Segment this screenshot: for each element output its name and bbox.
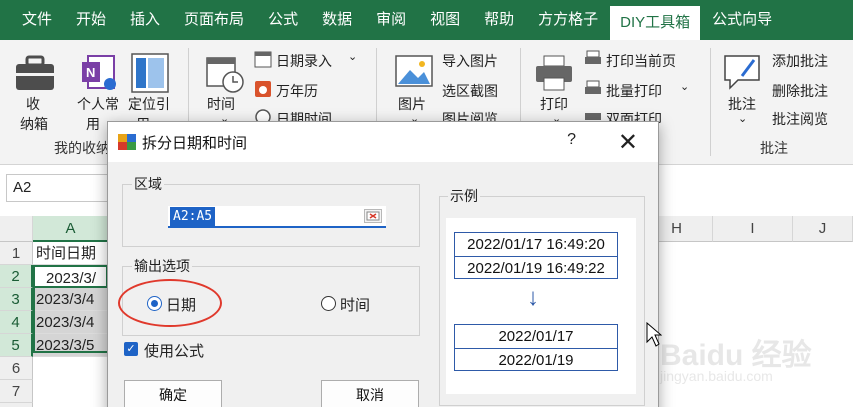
- cancel-button[interactable]: 取消: [321, 380, 419, 407]
- example-before-line: 2022/01/19 16:49:22: [455, 256, 617, 279]
- range-value: A2:A5: [170, 207, 216, 226]
- calendar-icon: [254, 51, 272, 68]
- tab-formula-wizard[interactable]: 公式向导: [700, 0, 784, 40]
- tab-page-layout[interactable]: 页面布局: [172, 0, 256, 40]
- calendar-red-icon: [255, 81, 271, 97]
- dialog-title: 拆分日期和时间: [142, 135, 248, 152]
- cell-a3[interactable]: 2023/3/4: [33, 288, 108, 311]
- watermark-url: jingyan.baidu.com: [660, 368, 773, 384]
- annotation-ellipse: [118, 279, 222, 327]
- example-after-line: 2022/01/17: [498, 328, 574, 345]
- row-header-2[interactable]: 2: [0, 265, 33, 288]
- cell-a1[interactable]: 时间日期: [33, 242, 108, 265]
- row-header-4[interactable]: 4: [0, 311, 33, 334]
- comment-browse-button[interactable]: 批注阅览: [772, 109, 828, 129]
- row-header-8[interactable]: 8: [0, 403, 33, 407]
- cell-a5[interactable]: 2023/3/5: [33, 334, 108, 357]
- output-options-legend: 输出选项: [132, 256, 192, 276]
- column-header-a[interactable]: A: [33, 216, 109, 242]
- import-picture-button[interactable]: 导入图片: [442, 51, 498, 71]
- row-header-1[interactable]: 1: [0, 242, 33, 265]
- tab-file[interactable]: 文件: [0, 0, 64, 40]
- ribbon-tabbar: 文件 开始 插入 页面布局 公式 数据 审阅 视图 帮助 方方格子 DIY工具箱…: [0, 0, 853, 40]
- tab-help[interactable]: 帮助: [472, 0, 526, 40]
- group-label-comment: 批注: [760, 140, 788, 156]
- chevron-down-icon: ⌄: [680, 81, 690, 93]
- ok-button[interactable]: 确定: [124, 380, 222, 407]
- delete-comment-button[interactable]: 删除批注: [772, 81, 828, 101]
- range-input[interactable]: A2:A5: [168, 206, 386, 228]
- split-date-time-dialog: 拆分日期和时间 ? ✕ 区域 A2:A5 输出选项 日期 时间 ✓ 使用公式 确…: [107, 121, 659, 407]
- dialog-titlebar: 拆分日期和时间 ? ✕: [108, 122, 658, 162]
- tab-view[interactable]: 视图: [418, 0, 472, 40]
- select-all-corner[interactable]: [0, 216, 33, 242]
- row-header-3[interactable]: 3: [0, 288, 33, 311]
- row-header-7[interactable]: 7: [0, 380, 33, 403]
- radio-time[interactable]: [321, 296, 336, 311]
- help-button[interactable]: ?: [567, 131, 576, 149]
- group-label-my-collection: 我的收纳: [54, 140, 110, 156]
- printer-small-icon: [585, 50, 601, 64]
- use-formula-label: 使用公式: [144, 343, 205, 360]
- printer-icon: [536, 55, 572, 91]
- example-before-line: 2022/01/17 16:49:20: [467, 236, 605, 253]
- example-after-line: 2022/01/19: [455, 348, 617, 371]
- onenote-icon: N: [82, 55, 116, 90]
- use-formula-checkbox[interactable]: ✓: [124, 342, 138, 356]
- arrow-down-icon: ↓: [527, 284, 539, 311]
- region-screenshot-button[interactable]: 选区截图: [442, 81, 498, 101]
- ribbon-separator: [710, 48, 711, 156]
- radio-time-label: 时间: [340, 297, 371, 314]
- picture-icon: [395, 55, 433, 87]
- close-button[interactable]: ✕: [618, 128, 638, 157]
- chevron-down-icon: ⌄: [348, 51, 358, 63]
- example-before-box: 2022/01/17 16:49:20 2022/01/19 16:49:22: [454, 232, 618, 279]
- tab-review[interactable]: 审阅: [364, 0, 418, 40]
- range-picker-icon[interactable]: [364, 209, 382, 223]
- add-comment-button[interactable]: 添加批注: [772, 51, 828, 71]
- example-after-box: 2022/01/17 2022/01/19: [454, 324, 618, 371]
- cell-a4[interactable]: 2023/3/4: [33, 311, 108, 334]
- tab-home[interactable]: 开始: [64, 0, 118, 40]
- tab-fangfang[interactable]: 方方格子: [526, 0, 610, 40]
- example-panel: 2022/01/17 16:49:20 2022/01/19 16:49:22 …: [446, 218, 636, 394]
- briefcase-icon: [16, 55, 54, 90]
- svg-text:N: N: [86, 65, 95, 80]
- comment-icon: [724, 55, 760, 90]
- example-legend: 示例: [448, 186, 480, 206]
- printer-small-icon: [585, 80, 601, 94]
- column-header-j[interactable]: J: [793, 216, 853, 242]
- column-layout-icon: [131, 53, 169, 93]
- calendar-clock-icon: [206, 57, 244, 93]
- area-legend: 区域: [132, 174, 164, 194]
- name-box[interactable]: A2: [6, 174, 110, 202]
- row-header-5[interactable]: 5: [0, 334, 33, 357]
- tab-diy-toolbox[interactable]: DIY工具箱: [610, 6, 701, 40]
- app-logo-icon: [118, 134, 136, 150]
- column-header-i[interactable]: I: [713, 216, 793, 242]
- row-header-6[interactable]: 6: [0, 357, 33, 380]
- tab-data[interactable]: 数据: [310, 0, 364, 40]
- chevron-down-icon: ⌄: [738, 113, 748, 125]
- tab-formulas[interactable]: 公式: [256, 0, 310, 40]
- tab-insert[interactable]: 插入: [118, 0, 172, 40]
- cell-a2[interactable]: 2023/3/: [33, 265, 108, 288]
